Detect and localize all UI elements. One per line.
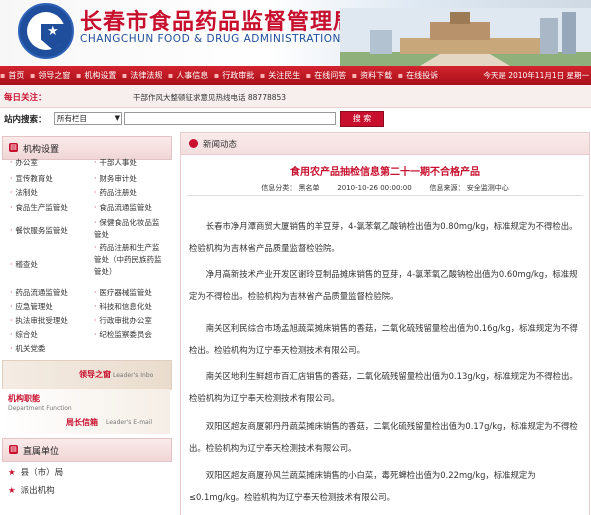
nav-personnel[interactable]: 人事信息 (173, 66, 211, 85)
nav-laws[interactable]: 法律法规 (127, 66, 165, 85)
daily-notice-text[interactable]: 干部作风大整顿征求意见热线电话 88778853 (133, 92, 286, 103)
city-building-image (340, 8, 591, 66)
org-item[interactable]: · 餐饮服务监管处 (10, 225, 68, 236)
org-item[interactable]: · 应急管理处 (10, 301, 53, 312)
nav-leaders[interactable]: 领导之窗 (35, 66, 73, 85)
org-item[interactable]: · 药品流通监管处 (10, 287, 68, 298)
article-paragraph: 双阳区超友商厦郭丹丹蔬菜摊床销售的香菇，二氧化硫残留量检出值为0.17g/kg，… (189, 421, 578, 453)
org-icon: ▤ (9, 445, 18, 454)
current-date: 今天是 2010年11月1日 星期一 (483, 71, 589, 80)
direct-units-header: ▤ 直属单位 (2, 438, 172, 462)
article-paragraph: 长春市净月潭商贸大厦销售的羊豆芽，4-氯苯氧乙酸钠检出值为0.80mg/kg，标… (189, 221, 578, 253)
article-meta: 信息分类： 黑名单 2010-10-26 00:00:00 信息来源： 安全监测… (261, 184, 509, 192)
org-item[interactable]: · 医疗器械监管处 (94, 287, 152, 298)
org-item[interactable]: · 办公室 (10, 157, 38, 168)
article-paragraph: 南关区利民综合市场孟旭蔬菜摊床销售的香菇，二氧化硫残留量检出值为0.16g/kg… (189, 323, 578, 355)
department-function-subtitle: Department Function (8, 405, 72, 412)
nav-livelihood[interactable]: 关注民生 (265, 66, 303, 85)
star-icon: ★ (8, 486, 16, 496)
site-subtitle: CHANGCHUN FOOD & DRUG ADMINISTRATION (80, 33, 341, 45)
department-function-title: 机构职能 (8, 394, 40, 403)
star-icon: ★ (8, 468, 16, 478)
daily-notice-bar: 每日关注： 干部作风大整顿征求意见热线电话 88778853 (0, 85, 591, 108)
org-item[interactable]: · 机关党委 (10, 343, 45, 354)
site-banner: ★ 长春市食品药品监督管理局 CHANGCHUN FOOD & DRUG ADM… (0, 0, 591, 66)
org-item[interactable]: · 干部人事处 (94, 157, 137, 168)
org-item[interactable]: · 执法审批受理处 (10, 315, 68, 326)
nav-approval[interactable]: 行政审批 (219, 66, 257, 85)
chevron-down-icon: ▼ (114, 114, 120, 122)
site-logo[interactable]: ★ (18, 3, 74, 59)
leader-mailbox-link[interactable]: 局长信箱 (66, 417, 98, 428)
leader-window-banner[interactable]: 领导之窗 Leader's Inbo (2, 360, 172, 390)
org-panel-title: 机构设置 (23, 145, 60, 155)
org-item[interactable]: · 稽查处 (10, 259, 38, 270)
leader-window-title: 领导之窗 (79, 370, 111, 379)
divider (187, 195, 583, 196)
bullet-icon (189, 139, 198, 148)
org-item[interactable]: · 药品注册和生产监管处（中药民族药监管处） (94, 242, 166, 278)
site-search-bar: 站内搜索： 所有栏目 ▼ 搜 索 (0, 108, 591, 128)
org-item[interactable]: · 宣传教育处 (10, 173, 53, 184)
org-item[interactable]: · 食品流通监管处 (94, 202, 152, 213)
article-title: 食用农产品抽检信息第二十一期不合格产品 (290, 167, 480, 178)
nav-complaints[interactable]: 在线投诉 (403, 66, 441, 85)
org-item[interactable]: · 科技和信息化处 (94, 301, 152, 312)
org-item[interactable]: · 食品生产监管处 (10, 202, 68, 213)
search-category-select[interactable]: 所有栏目 ▼ (54, 112, 122, 125)
nav-home[interactable]: 首页 (5, 66, 27, 85)
direct-units-title: 直属单位 (23, 447, 60, 457)
leader-window-subtitle: Leader's Inbo (113, 372, 154, 379)
article-paragraph: 南关区地利生鲜超市百汇店销售的香菇，二氧化硫残留量检出值为0.13g/kg，标准… (189, 371, 578, 403)
org-item[interactable]: · 财务审计处 (94, 173, 137, 184)
search-button[interactable]: 搜 索 (340, 111, 384, 127)
org-item[interactable]: · 行政审批办公室 (94, 315, 152, 326)
main-nav: ▪ 首页 ▪ 领导之窗 ▪ 机构设置 ▪ 法律法规 ▪ 人事信息 ▪ 行政审批 ▪ 关注民生 … (0, 66, 591, 85)
article-paragraph: 双阳区超友商厦孙风兰蔬菜摊床销售的小白菜，毒死蜱检出值为0.22mg/kg，标准… (189, 470, 536, 502)
site-title: 长春市食品药品监督管理局 (80, 9, 357, 35)
direct-unit-item[interactable]: ★ 县（市）局 (8, 466, 63, 478)
news-panel-header: 新闻动态 (181, 133, 589, 155)
news-panel: 新闻动态 食用农产品抽检信息第二十一期不合格产品 信息分类： 黑名单 2010-… (180, 132, 590, 515)
star-icon: ★ (47, 24, 59, 39)
nav-organization[interactable]: 机构设置 (81, 66, 119, 85)
news-section-title: 新闻动态 (203, 140, 238, 150)
org-item[interactable]: · 纪检监察委员会 (94, 329, 152, 340)
search-input[interactable] (124, 112, 336, 125)
direct-unit-item[interactable]: ★ 派出机构 (8, 484, 55, 496)
org-icon: ▤ (9, 143, 18, 152)
org-item[interactable]: · 法制处 (10, 187, 38, 198)
leader-mailbox-subtitle: Leader's E-mail (106, 419, 153, 426)
department-function-banner[interactable]: 机构职能 Department Function 局长信箱 Leader's E… (2, 389, 170, 434)
org-item[interactable]: · 药品注册处 (94, 187, 137, 198)
article-paragraph: 净月高新技术产业开发区谢玲豆制品摊床销售的豆芽，4-氯苯氧乙酸钠检出值为0.60… (189, 269, 578, 301)
nav-qa[interactable]: 在线问答 (311, 66, 349, 85)
daily-notice-label: 每日关注： (4, 93, 47, 103)
nav-downloads[interactable]: 资料下载 (357, 66, 395, 85)
org-item[interactable]: · 保健食品化妆品监管处 (94, 217, 166, 241)
search-label: 站内搜索： (4, 115, 47, 125)
org-item[interactable]: · 综合处 (10, 329, 38, 340)
